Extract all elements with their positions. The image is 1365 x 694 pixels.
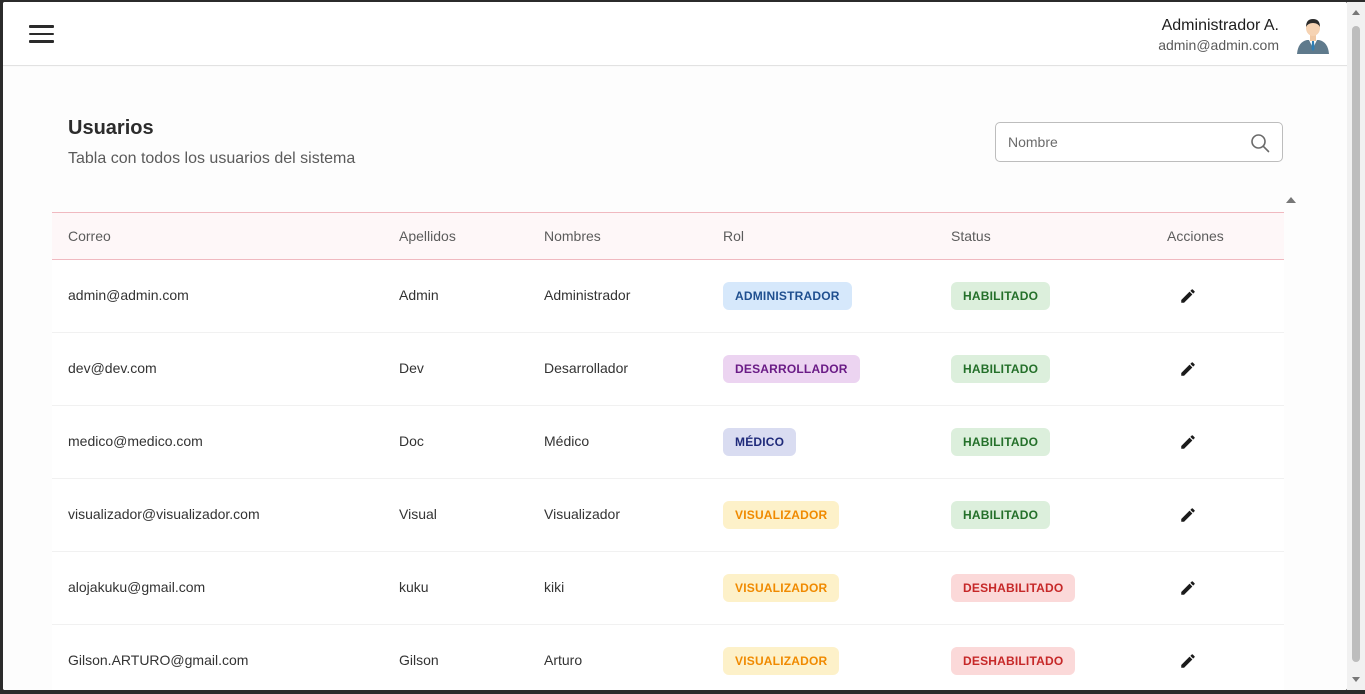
status-badge: HABILITADO <box>951 428 1051 456</box>
sort-arrow-icon[interactable] <box>1286 197 1296 203</box>
pencil-edit-icon[interactable] <box>1179 506 1197 524</box>
cell-apellidos: Dev <box>399 360 424 376</box>
cell-nombres: Arturo <box>544 652 583 668</box>
cell-apellidos: kuku <box>399 579 429 595</box>
role-badge: MÉDICO <box>723 428 797 456</box>
role-badge: VISUALIZADOR <box>723 574 840 602</box>
column-header-status[interactable]: Status <box>951 228 991 244</box>
app-window: Administrador A. admin@admin.com Usuario… <box>3 2 1347 690</box>
cell-apellidos: Doc <box>399 433 424 449</box>
cell-apellidos: Admin <box>399 287 439 303</box>
search-input[interactable] <box>1008 123 1238 161</box>
pencil-edit-icon[interactable] <box>1179 579 1197 597</box>
hamburger-menu-icon[interactable] <box>29 19 59 49</box>
scroll-down-arrow-icon[interactable] <box>1352 677 1360 682</box>
cell-correo: medico@medico.com <box>68 433 203 449</box>
cell-correo: Gilson.ARTURO@gmail.com <box>68 652 249 668</box>
search-box[interactable] <box>995 122 1283 162</box>
column-header-rol[interactable]: Rol <box>723 228 744 244</box>
users-table: Correo Apellidos Nombres Rol Status Acci… <box>52 212 1284 690</box>
main-content: Usuarios Tabla con todos los usuarios de… <box>3 67 1347 690</box>
pencil-edit-icon[interactable] <box>1179 433 1197 451</box>
page-scrollbar[interactable] <box>1347 2 1365 690</box>
role-badge: DESARROLLADOR <box>723 355 860 383</box>
role-badge: VISUALIZADOR <box>723 501 840 529</box>
cell-nombres: kiki <box>544 579 565 595</box>
scroll-up-arrow-icon[interactable] <box>1352 10 1360 15</box>
cell-correo: dev@dev.com <box>68 360 157 376</box>
cell-apellidos: Gilson <box>399 652 439 668</box>
user-name: Administrador A. <box>1161 17 1279 34</box>
cell-correo: visualizador@visualizador.com <box>68 506 260 522</box>
search-icon[interactable] <box>1250 133 1270 153</box>
cell-nombres: Médico <box>544 433 590 449</box>
table-row[interactable]: Gilson.ARTURO@gmail.com Gilson Arturo VI… <box>52 625 1284 690</box>
user-avatar-icon[interactable] <box>1293 14 1333 54</box>
status-badge: HABILITADO <box>951 355 1051 383</box>
column-header-nombres[interactable]: Nombres <box>544 228 601 244</box>
cell-correo: alojakuku@gmail.com <box>68 579 206 595</box>
column-header-apellidos[interactable]: Apellidos <box>399 228 456 244</box>
page-title: Usuarios <box>68 117 154 139</box>
status-badge: DESHABILITADO <box>951 574 1076 602</box>
pencil-edit-icon[interactable] <box>1179 652 1197 670</box>
table-header: Correo Apellidos Nombres Rol Status Acci… <box>52 212 1284 260</box>
cell-correo: admin@admin.com <box>68 287 189 303</box>
column-header-correo[interactable]: Correo <box>68 228 111 244</box>
pencil-edit-icon[interactable] <box>1179 360 1197 378</box>
cell-nombres: Visualizador <box>544 506 621 522</box>
role-badge: VISUALIZADOR <box>723 647 840 675</box>
status-badge: HABILITADO <box>951 501 1051 529</box>
page-subtitle: Tabla con todos los usuarios del sistema <box>68 150 356 167</box>
user-info[interactable]: Administrador A. admin@admin.com <box>1158 16 1279 54</box>
column-header-acciones: Acciones <box>1167 228 1224 244</box>
table-row[interactable]: visualizador@visualizador.com Visual Vis… <box>52 479 1284 552</box>
cell-nombres: Administrador <box>544 287 631 303</box>
scrollbar-thumb[interactable] <box>1352 26 1360 662</box>
table-row[interactable]: admin@admin.com Admin Administrador ADMI… <box>52 260 1284 333</box>
top-bar: Administrador A. admin@admin.com <box>3 2 1347 66</box>
user-email: admin@admin.com <box>1158 37 1279 53</box>
cell-nombres: Desarrollador <box>544 360 629 376</box>
table-row[interactable]: alojakuku@gmail.com kuku kiki VISUALIZAD… <box>52 552 1284 625</box>
table-row[interactable]: dev@dev.com Dev Desarrollador DESARROLLA… <box>52 333 1284 406</box>
pencil-edit-icon[interactable] <box>1179 287 1197 305</box>
cell-apellidos: Visual <box>399 506 437 522</box>
role-badge: ADMINISTRADOR <box>723 282 852 310</box>
status-badge: DESHABILITADO <box>951 647 1076 675</box>
status-badge: HABILITADO <box>951 282 1051 310</box>
table-row[interactable]: medico@medico.com Doc Médico MÉDICO HABI… <box>52 406 1284 479</box>
